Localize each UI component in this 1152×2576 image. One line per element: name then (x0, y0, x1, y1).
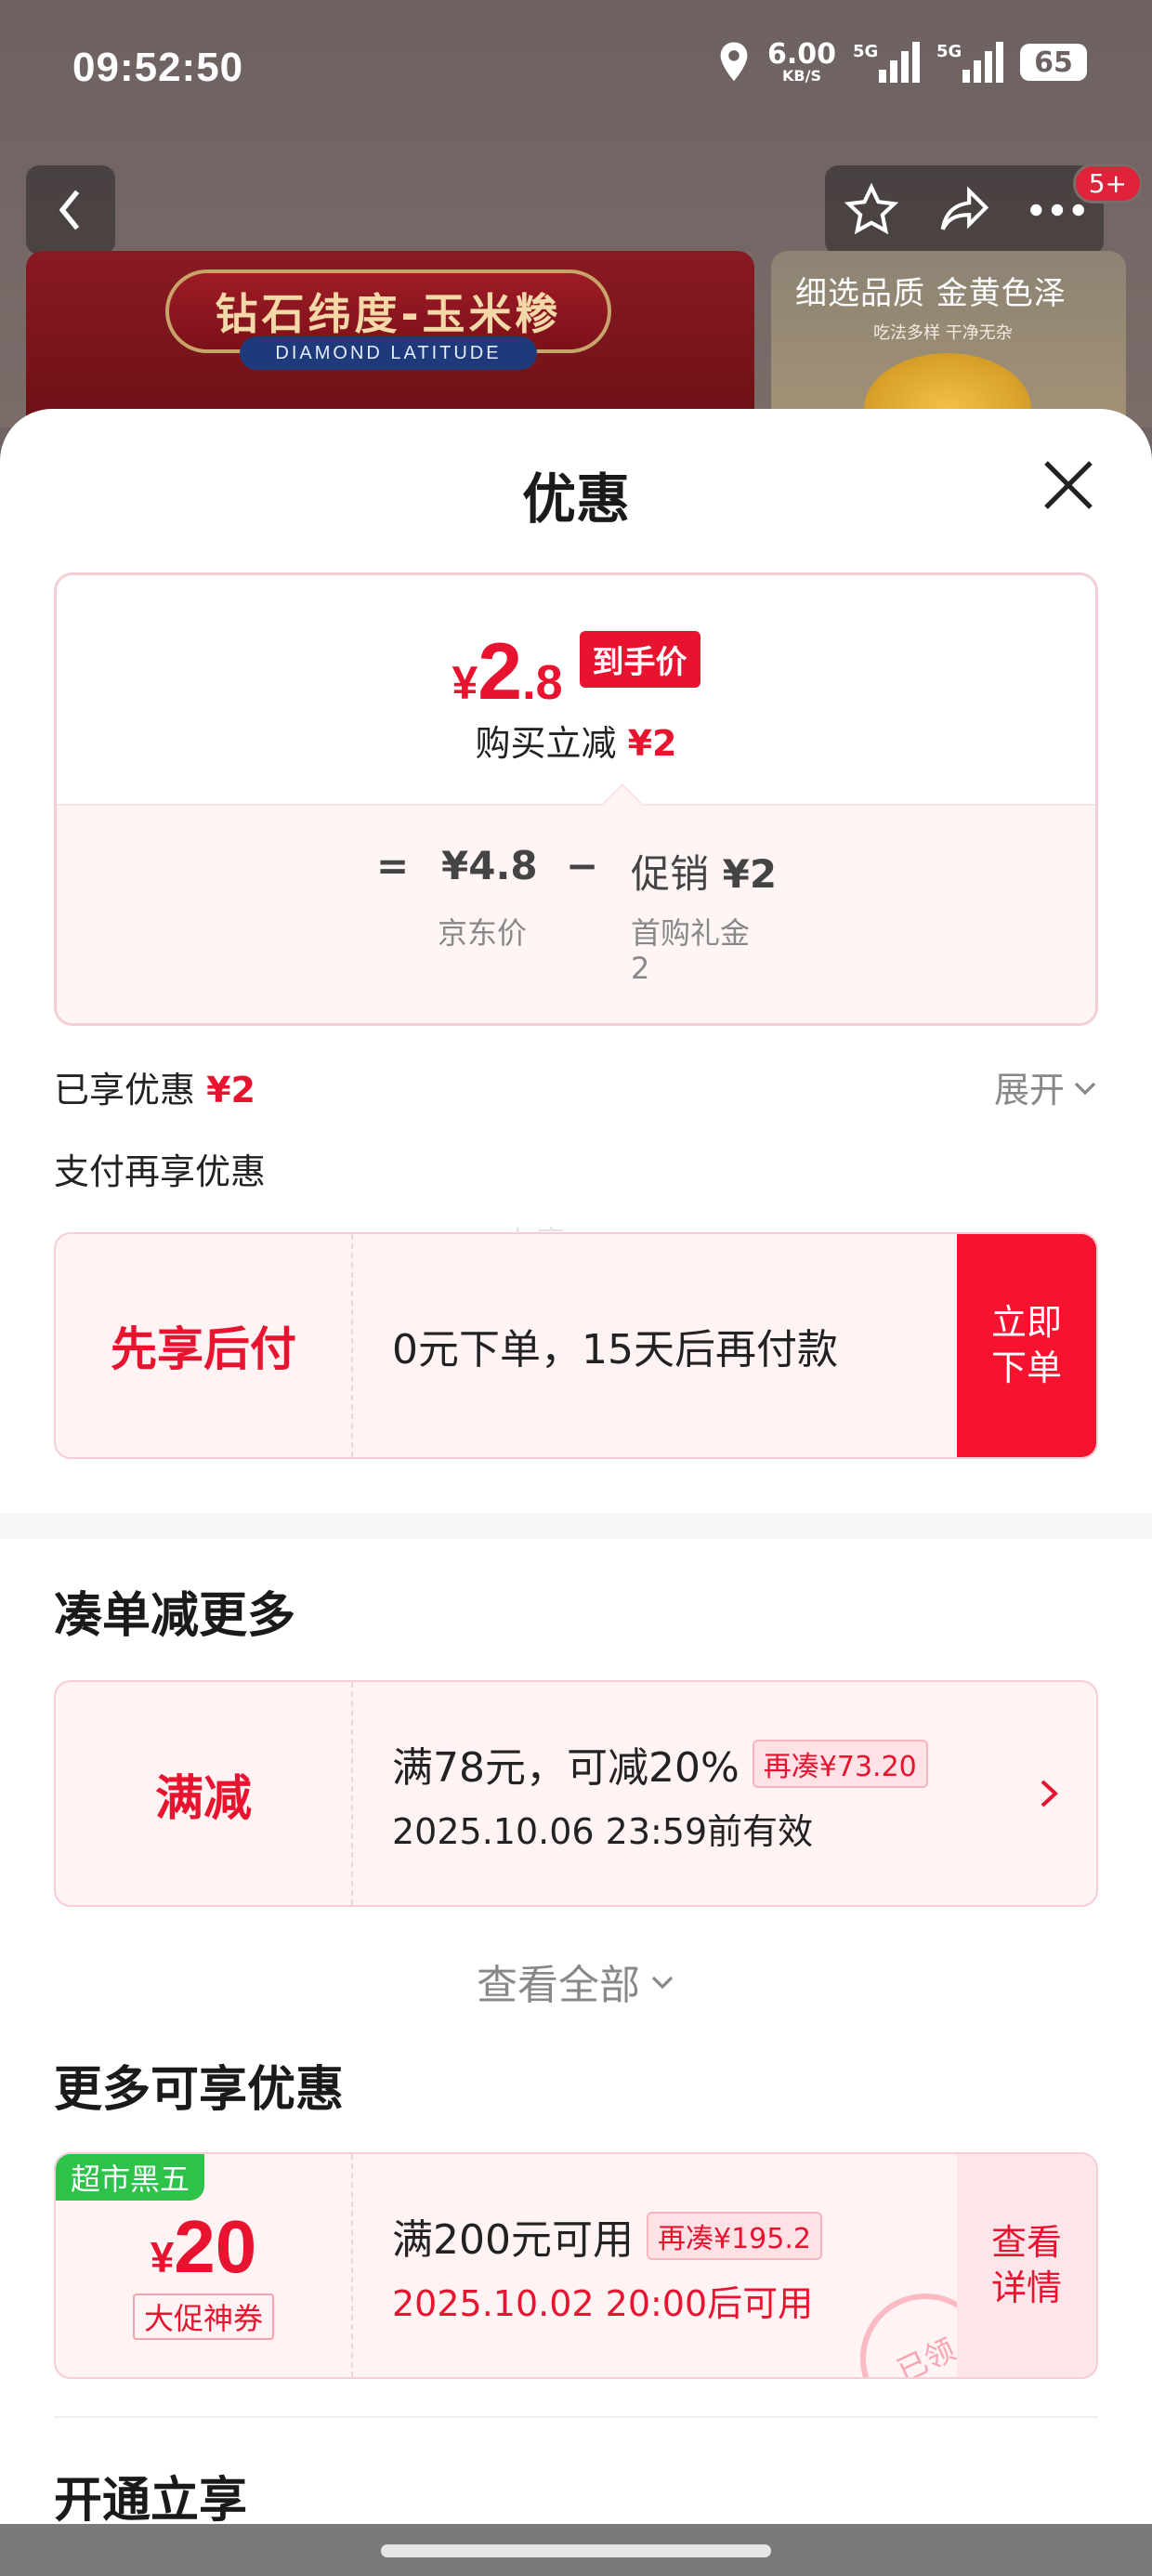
star-icon[interactable] (843, 181, 900, 239)
validity-text: 2025.10.06 23:59前有效 (392, 1810, 814, 1852)
gesture-bar-area (0, 2524, 1152, 2576)
view-details-button[interactable]: 查看 详情 (957, 2154, 1096, 2377)
remaining-amount-badge: 再凑¥73.20 (752, 1739, 928, 1788)
home-indicator[interactable] (381, 2544, 771, 2557)
banner-side-title: 细选品质 金黄色泽 (795, 275, 1067, 312)
discount-sheet: 优惠 ¥ 2 .8 到手价 购买立减 ¥2 = ¥4.8 − 促销 ¥2 京东价… (0, 409, 1152, 2576)
instant-discount: 购买立减 ¥2 (475, 723, 677, 764)
equals-sign: = (376, 843, 410, 888)
promo-desc: 首购礼金 (631, 915, 751, 951)
promo-count: 2 (631, 951, 650, 986)
sheet-title: 优惠 (521, 467, 630, 531)
location-icon (720, 42, 748, 82)
chevron-right-icon (1041, 1780, 1058, 1807)
event-tag: 超市黑五 (56, 2154, 205, 2201)
coupon-type: 大促神券 (132, 2293, 274, 2340)
coupon-card[interactable]: ¥ 20 大促神券 超市黑五 满200元可用 再凑¥195.2 2025.10.… (54, 2152, 1098, 2379)
status-time: 09:52:50 (72, 45, 244, 90)
remaining-amount-badge: 再凑¥195.2 (646, 2211, 822, 2260)
bnpl-label: 先享后付 (56, 1234, 353, 1457)
section-title-more: 更多可享优惠 (54, 2062, 345, 2118)
chevron-down-icon (1074, 1082, 1096, 1095)
section-title-bundle: 凑单减更多 (54, 1588, 296, 1644)
enjoyed-discount: 已享优惠 ¥2 (54, 1070, 255, 1111)
close-icon[interactable] (1039, 455, 1098, 515)
signal-icon: 5G (853, 42, 920, 83)
pay-discount-title: 支付再享优惠 (54, 1151, 267, 1192)
base-price: ¥4.8 (441, 843, 538, 888)
share-icon[interactable] (936, 181, 993, 239)
full-reduction-info: 满78元，可减20% 再凑¥73.20 2025.10.06 23:59前有效 (392, 1682, 928, 1905)
final-price-tag: 到手价 (579, 631, 700, 688)
coupon-validity: 2025.10.02 20:00后可用 (392, 2282, 814, 2324)
view-all-button[interactable]: 查看全部 (0, 1952, 1152, 2011)
banner-side-subtitle: 吃法多样 干净无杂 (873, 323, 1013, 343)
minus-sign: − (566, 843, 599, 888)
full-reduction-label: 满减 (56, 1682, 353, 1905)
status-bar: 09:52:50 6.00 KB/S 5G 5G 65 (0, 0, 1152, 139)
divider (54, 2416, 1098, 2418)
message-badge: 5+ (1072, 164, 1143, 204)
top-actions (825, 165, 1104, 255)
net-speed: 6.00 KB/S (766, 38, 836, 85)
base-price-desc: 京东价 (438, 915, 528, 951)
signal-icon-2: 5G (936, 42, 1003, 83)
order-now-button[interactable]: 立即 下单 (957, 1234, 1096, 1457)
expand-button[interactable]: 展开 (994, 1061, 1098, 1112)
section-title-membership: 开通立享 (54, 2473, 248, 2529)
back-button[interactable] (26, 165, 115, 255)
price-formula: = ¥4.8 − 促销 ¥2 京东价 首购礼金 2 (57, 804, 1095, 1023)
final-price-area: ¥ 2 .8 到手价 购买立减 ¥2 (57, 575, 1095, 804)
chevron-left-icon (59, 190, 80, 230)
bnpl-card[interactable]: 先享后付 0元下单，15天后再付款 立即 下单 (54, 1232, 1098, 1459)
more-icon[interactable] (1028, 201, 1086, 219)
section-divider (0, 1513, 1152, 1539)
chevron-down-icon (651, 1976, 674, 1990)
banner-subtitle: DIAMOND LATITUDE (240, 336, 537, 370)
coupon-info: 满200元可用 再凑¥195.2 2025.10.02 20:00后可用 (392, 2154, 822, 2377)
bnpl-description: 0元下单，15天后再付款 (392, 1326, 838, 1373)
final-price: ¥ 2 .8 (452, 627, 563, 716)
status-icons: 6.00 KB/S 5G 5G 65 (717, 41, 1087, 84)
battery-icon: 65 (1020, 44, 1087, 81)
full-reduction-card[interactable]: 满减 满78元，可减20% 再凑¥73.20 2025.10.06 23:59前… (54, 1680, 1098, 1907)
price-breakdown-card: ¥ 2 .8 到手价 购买立减 ¥2 = ¥4.8 − 促销 ¥2 京东价 首购… (54, 572, 1098, 1026)
promo-price: 促销 ¥2 (631, 851, 778, 897)
